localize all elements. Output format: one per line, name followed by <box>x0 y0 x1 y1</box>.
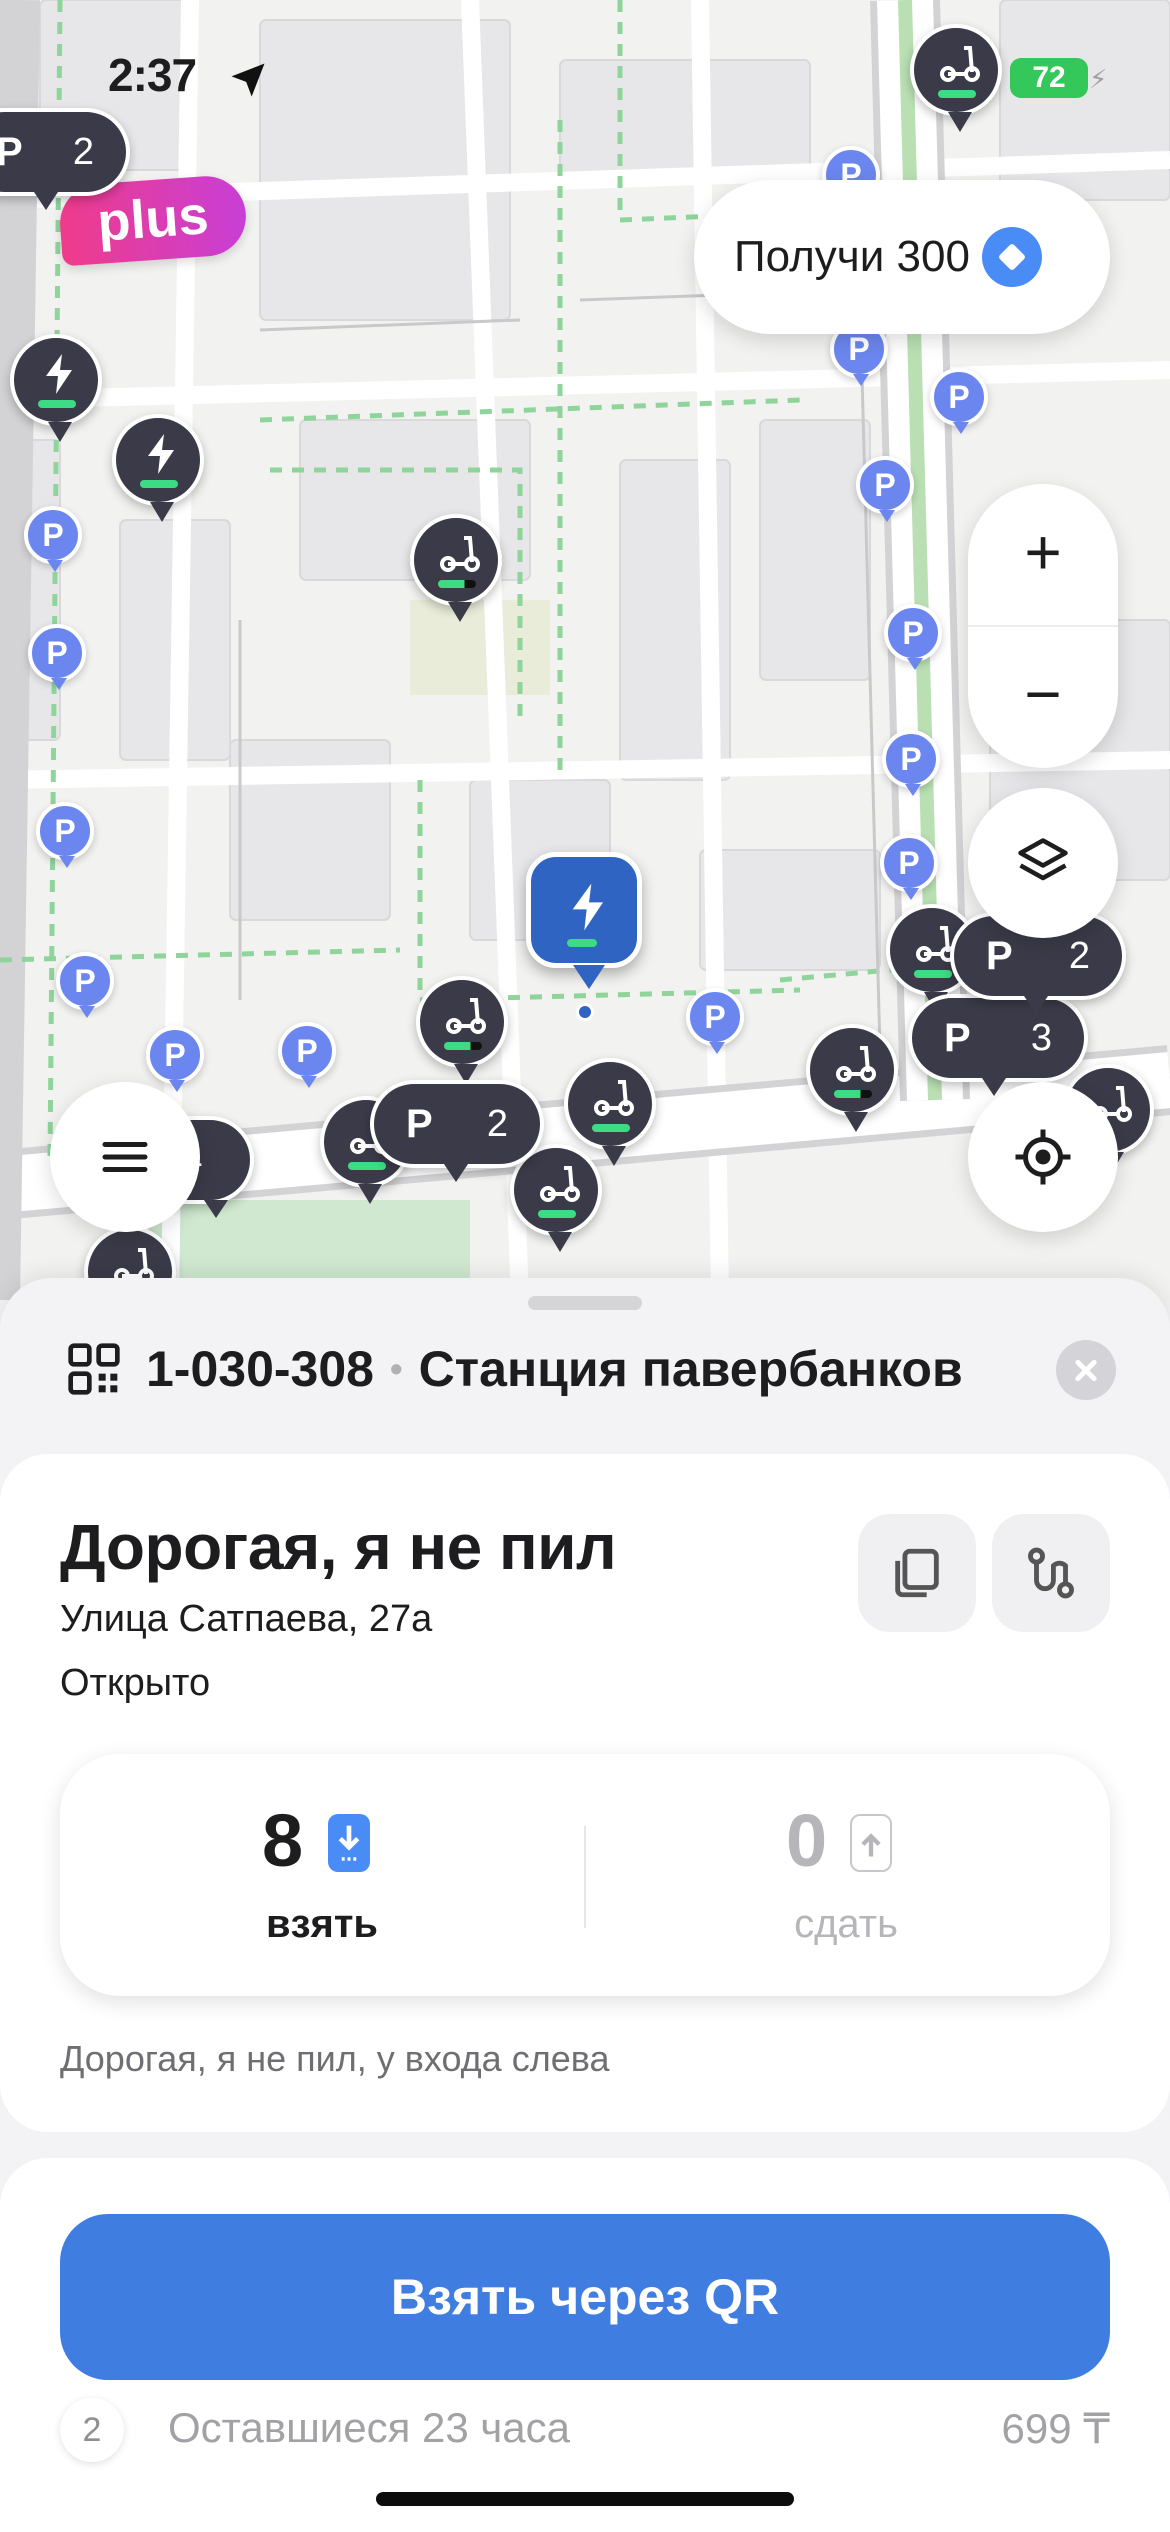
crosshair-icon <box>1015 1129 1071 1185</box>
upload-icon <box>850 1814 892 1872</box>
diamond-icon <box>981 227 1042 287</box>
parking-pin[interactable]: P <box>24 506 82 572</box>
hamburger-icon <box>102 1142 148 1172</box>
parking-pin[interactable]: P <box>884 604 942 670</box>
zoom-out-button[interactable]: − <box>968 626 1118 768</box>
return-count: 0 <box>786 1799 828 1882</box>
parking-cluster-letter: P <box>406 1101 433 1146</box>
zoom-in-button[interactable]: + <box>968 484 1118 626</box>
status-time: 2:37 <box>108 49 197 101</box>
take-label: взять <box>266 1902 378 1946</box>
parking-cluster-pin[interactable]: P 2 <box>0 108 130 210</box>
charge-bar <box>538 1210 576 1218</box>
tariff-row[interactable]: 2 Оставшиеся 23 часа 699 ₸ <box>60 2398 1110 2462</box>
parking-cluster-count: 2 <box>1068 934 1090 977</box>
menu-button[interactable] <box>50 1082 200 1232</box>
promo-button[interactable]: Получи 300 <box>694 180 1110 334</box>
station-code: 1-030-308 <box>146 1341 374 1397</box>
stats-divider <box>584 1826 586 1928</box>
charge-bar <box>914 970 952 978</box>
scooter-pin[interactable] <box>910 24 1002 132</box>
powerbank-station-pin[interactable] <box>10 334 102 442</box>
parking-pin[interactable]: P <box>686 988 744 1054</box>
parking-cluster-letter: P <box>944 1015 971 1060</box>
charge-bar <box>438 580 476 588</box>
opening-status: Открыто <box>60 1662 211 1704</box>
tariff-price: 699 ₸ <box>1001 2405 1110 2452</box>
scooter-icon <box>836 1046 876 1082</box>
bolt-icon <box>572 883 603 931</box>
parking-cluster-letter: P <box>986 933 1013 978</box>
qr-code-icon <box>68 1343 120 1395</box>
map-view[interactable]: 2:37 72 ⚡ plus P P P P P P P P P P P P P… <box>0 0 1170 1300</box>
scooter-pin[interactable] <box>806 1024 898 1132</box>
parking-cluster-letter: P <box>0 129 23 174</box>
locate-me-button[interactable] <box>968 1082 1118 1232</box>
parking-pin[interactable]: P <box>930 368 988 434</box>
scooter-icon <box>540 1166 580 1202</box>
layers-button[interactable] <box>968 788 1118 938</box>
charge-bar <box>567 939 597 947</box>
take-count: 8 <box>262 1799 304 1882</box>
charge-bar <box>140 480 178 488</box>
selected-station-pin[interactable] <box>526 852 642 989</box>
route-icon <box>1028 1547 1074 1599</box>
scooter-icon <box>940 46 980 82</box>
location-note: Дорогая, я не пил, у входа слева <box>60 2038 610 2079</box>
scooter-icon <box>440 536 480 572</box>
close-button[interactable] <box>1056 1340 1116 1400</box>
station-header: 1-030-308 • Станция павербанков <box>66 1334 963 1404</box>
route-button[interactable] <box>992 1514 1110 1632</box>
scooter-pin[interactable] <box>564 1058 656 1166</box>
download-icon <box>328 1814 370 1872</box>
user-location-dot <box>576 1003 594 1021</box>
copy-icon <box>895 1548 939 1598</box>
home-indicator <box>376 2492 794 2506</box>
tariff-index: 2 <box>60 2398 124 2462</box>
bolt-icon <box>46 354 72 394</box>
charge-bar <box>592 1124 630 1132</box>
parking-pin[interactable]: P <box>880 834 938 900</box>
charge-bar <box>834 1090 872 1098</box>
promo-label: Получи 300 <box>734 232 970 281</box>
location-arrow-icon <box>231 63 265 97</box>
charge-bar <box>938 90 976 98</box>
charge-bar <box>348 1162 386 1170</box>
parking-cluster-count: 2 <box>72 130 94 173</box>
bolt-icon <box>148 434 174 474</box>
layers-icon <box>1018 838 1068 881</box>
zoom-control: + − <box>968 484 1118 768</box>
scooter-icon <box>446 998 486 1034</box>
scooter-icon <box>594 1080 634 1116</box>
sheet-grabber[interactable] <box>528 1296 642 1310</box>
copy-button[interactable] <box>858 1514 976 1632</box>
parking-pin[interactable]: P <box>278 1022 336 1088</box>
station-title: Дорогая, я не пил <box>60 1511 617 1583</box>
scooter-pin[interactable] <box>410 514 502 622</box>
parking-cluster-count: 3 <box>1030 1016 1052 1059</box>
return-label: сдать <box>794 1902 898 1946</box>
charge-bar <box>38 400 76 408</box>
parking-pin[interactable]: P <box>28 624 86 690</box>
availability-panel: 8 взять 0 сдать <box>60 1754 1110 1996</box>
station-type: Станция павербанков <box>418 1341 963 1397</box>
parking-pin[interactable]: P <box>856 456 914 522</box>
parking-pin[interactable]: P <box>882 730 940 796</box>
parking-pin[interactable]: P <box>36 802 94 868</box>
tariff-label: Оставшиеся 23 часа <box>168 2404 571 2451</box>
powerbank-station-pin[interactable] <box>112 414 204 522</box>
charge-bar <box>444 1042 482 1050</box>
parking-pin[interactable]: P <box>56 952 114 1018</box>
charging-icon: ⚡ <box>1089 64 1108 94</box>
parking-cluster-count: 2 <box>486 1102 508 1145</box>
parking-cluster-pin[interactable]: P 2 <box>370 1080 544 1182</box>
take-via-qr-button[interactable]: Взять через QR <box>60 2214 1110 2380</box>
station-address: Улица Сатпаева, 27а <box>60 1598 433 1640</box>
parking-cluster-pin[interactable]: P 3 <box>908 994 1088 1096</box>
battery-level: 72 <box>1010 58 1088 98</box>
scooter-pin[interactable] <box>416 976 508 1084</box>
parking-pin[interactable]: P <box>146 1026 204 1092</box>
separator-dot: • <box>389 1348 403 1389</box>
